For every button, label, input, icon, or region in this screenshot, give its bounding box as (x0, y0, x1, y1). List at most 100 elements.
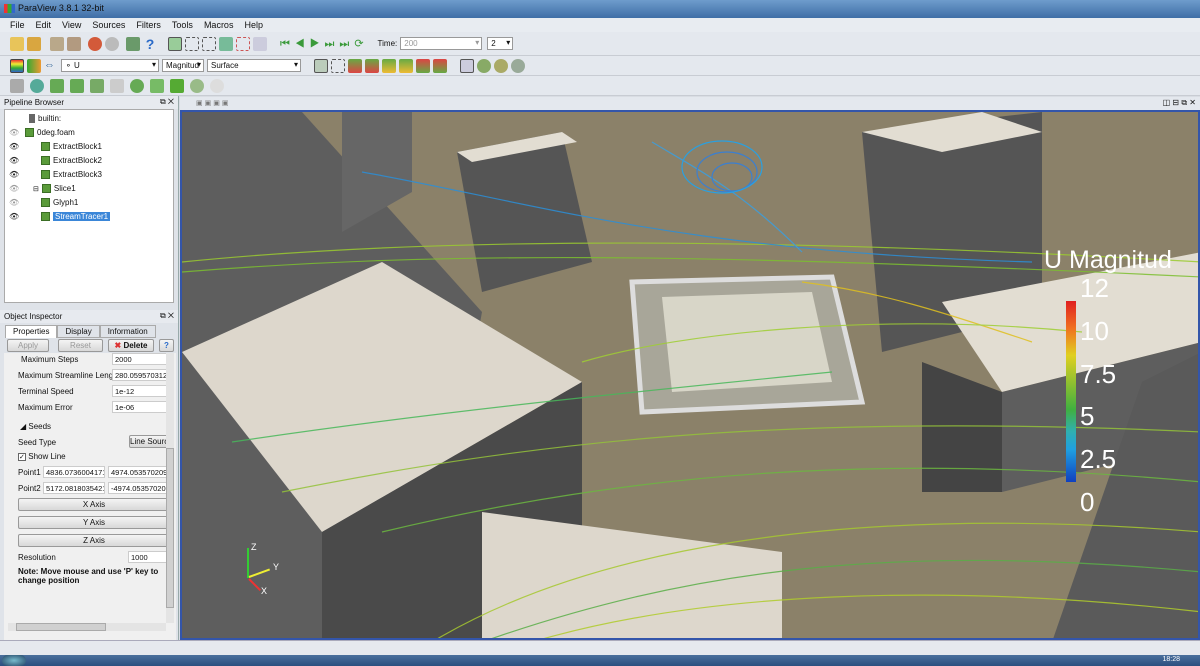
threshold-icon[interactable] (90, 78, 104, 93)
start-button[interactable] (2, 655, 26, 666)
menu-view[interactable]: View (62, 20, 81, 32)
eye-icon[interactable]: 👁 (9, 184, 19, 193)
view-frame-buttons[interactable]: ◫ ⊟ ⧉ ✕ (1163, 98, 1196, 108)
rotate-center-icon[interactable] (511, 58, 525, 73)
open-icon[interactable] (10, 36, 24, 51)
view-minus-y-icon[interactable] (399, 58, 413, 73)
stream-tracer-icon[interactable] (150, 78, 164, 93)
z-axis-button[interactable]: Z Axis (18, 534, 170, 547)
point2-x-field[interactable]: 5172.08180354217 (43, 482, 105, 494)
view-plus-z-icon[interactable] (416, 58, 430, 73)
pick-center-icon[interactable] (477, 58, 491, 73)
extract-level-icon[interactable] (210, 78, 224, 93)
y-axis-button[interactable]: Y Axis (18, 516, 170, 529)
select-cells-icon[interactable] (185, 36, 199, 51)
help-icon[interactable]: ? (143, 37, 157, 51)
pipeline-item-extractblock1[interactable]: ExtractBlock1 (41, 142, 102, 151)
tab-properties[interactable]: Properties (5, 325, 58, 338)
eye-icon[interactable]: 👁 (9, 142, 19, 151)
maximum-streamline-length-field[interactable]: 280.0595703125 (112, 369, 170, 381)
view-plus-x-icon[interactable] (348, 58, 362, 73)
redo-icon[interactable] (105, 36, 119, 51)
eye-icon[interactable]: 👁 (9, 170, 19, 179)
seeds-section-toggle[interactable]: ◢ Seeds (20, 422, 51, 431)
horizontal-scrollbar[interactable] (8, 623, 166, 631)
scrollbar-thumb[interactable] (166, 448, 174, 608)
dock-buttons[interactable]: ⧉ ✕ (160, 311, 174, 321)
clip-icon[interactable] (50, 78, 64, 93)
eye-icon[interactable]: 👁 (9, 212, 19, 221)
x-axis-button[interactable]: X Axis (18, 498, 170, 511)
reset-camera-icon[interactable] (314, 58, 328, 73)
tab-display[interactable]: Display (57, 325, 100, 338)
glyph-icon[interactable] (130, 78, 144, 93)
collapse-icon[interactable]: ⊟ (33, 185, 39, 193)
pipeline-item-extractblock3[interactable]: ExtractBlock3 (41, 170, 102, 179)
delete-button[interactable]: ✖ Delete (108, 339, 154, 352)
rescale-icon[interactable]: ⇔ (44, 59, 58, 73)
zoom-to-data-icon[interactable] (331, 58, 345, 73)
group-datasets-icon[interactable] (190, 78, 204, 93)
vertical-scrollbar[interactable] (166, 353, 174, 623)
maximum-error-field[interactable]: 1e-06 (112, 401, 170, 413)
timestep-spinbox[interactable]: 2 (487, 37, 514, 50)
calculator-icon[interactable] (10, 78, 24, 93)
seed-type-select[interactable]: Line Source (129, 435, 169, 448)
reset-center-icon[interactable] (494, 58, 508, 73)
point1-y-field[interactable]: 4974.05357020913 (108, 466, 170, 478)
menu-file[interactable]: File (10, 20, 25, 32)
reset-session-icon[interactable] (126, 36, 140, 51)
menu-macros[interactable]: Macros (204, 20, 234, 32)
menu-tools[interactable]: Tools (172, 20, 193, 32)
select-frustum-icon[interactable] (219, 36, 233, 51)
maximum-steps-field[interactable]: 2000 (112, 353, 172, 365)
connect-icon[interactable] (50, 36, 64, 51)
view-minus-z-icon[interactable] (433, 58, 447, 73)
vcr-controls[interactable]: ⏮◀▶⏭⏭⟳ (280, 37, 369, 51)
eye-icon[interactable]: 👁 (9, 156, 19, 165)
apply-button[interactable]: Apply (7, 339, 49, 352)
pipeline-item-builtin[interactable]: builtin: (29, 114, 61, 123)
eye-icon[interactable]: 👁 (9, 198, 19, 207)
pipeline-item-slice1[interactable]: ⊟ Slice1 (33, 184, 76, 193)
menu-edit[interactable]: Edit (36, 20, 52, 32)
resolution-field[interactable]: 1000 (128, 551, 170, 563)
pipeline-item-streamtracer1[interactable]: StreamTracer1 (41, 212, 111, 221)
recent-icon[interactable] (27, 36, 41, 51)
color-legend-icon[interactable] (10, 58, 24, 73)
extract-subset-icon[interactable] (110, 78, 124, 93)
show-line-checkbox[interactable]: ✓ Show Line (18, 452, 66, 461)
scrollbar-thumb[interactable] (16, 623, 106, 631)
representation-select[interactable]: Surface (207, 59, 301, 72)
select-block-icon[interactable] (236, 36, 250, 51)
menu-help[interactable]: Help (244, 20, 263, 32)
warp-vector-icon[interactable] (170, 78, 184, 93)
eye-icon[interactable]: 👁 (9, 128, 19, 137)
time-field[interactable]: 200 (400, 37, 483, 50)
view-plus-y-icon[interactable] (382, 58, 396, 73)
edit-colormap-icon[interactable] (27, 58, 41, 73)
point2-y-field[interactable]: -4974.0535702091 (108, 482, 170, 494)
menu-sources[interactable]: Sources (92, 20, 125, 32)
terminal-speed-field[interactable]: 1e-12 (112, 385, 170, 397)
undo-icon[interactable] (88, 36, 102, 51)
view-split-controls[interactable]: ▣▣▣▣ (196, 99, 246, 107)
slice-icon[interactable] (70, 78, 84, 93)
array-select[interactable]: ⚬ U (61, 59, 159, 72)
pipeline-item-glyph1[interactable]: Glyph1 (41, 198, 78, 207)
interact-icon[interactable] (168, 36, 182, 51)
point1-x-field[interactable]: 4836.07360041717 (43, 466, 105, 478)
disconnect-icon[interactable] (67, 36, 81, 51)
clear-selection-icon[interactable] (253, 36, 267, 51)
pipeline-item-extractblock2[interactable]: ExtractBlock2 (41, 156, 102, 165)
reset-button[interactable]: Reset (58, 339, 103, 352)
view-minus-x-icon[interactable] (365, 58, 379, 73)
help-button[interactable]: ? (159, 339, 174, 352)
render-view-3d[interactable]: U Magnitud 12 10 7.5 5 2.5 0 Z Y X (180, 110, 1200, 640)
center-axes-icon[interactable] (460, 58, 474, 73)
tab-information[interactable]: Information (99, 325, 156, 338)
pipeline-item-0deg-foam[interactable]: 0deg.foam (25, 128, 75, 137)
dock-buttons[interactable]: ⧉ ✕ (160, 97, 174, 107)
select-points-icon[interactable] (202, 36, 216, 51)
menu-filters[interactable]: Filters (136, 20, 161, 32)
